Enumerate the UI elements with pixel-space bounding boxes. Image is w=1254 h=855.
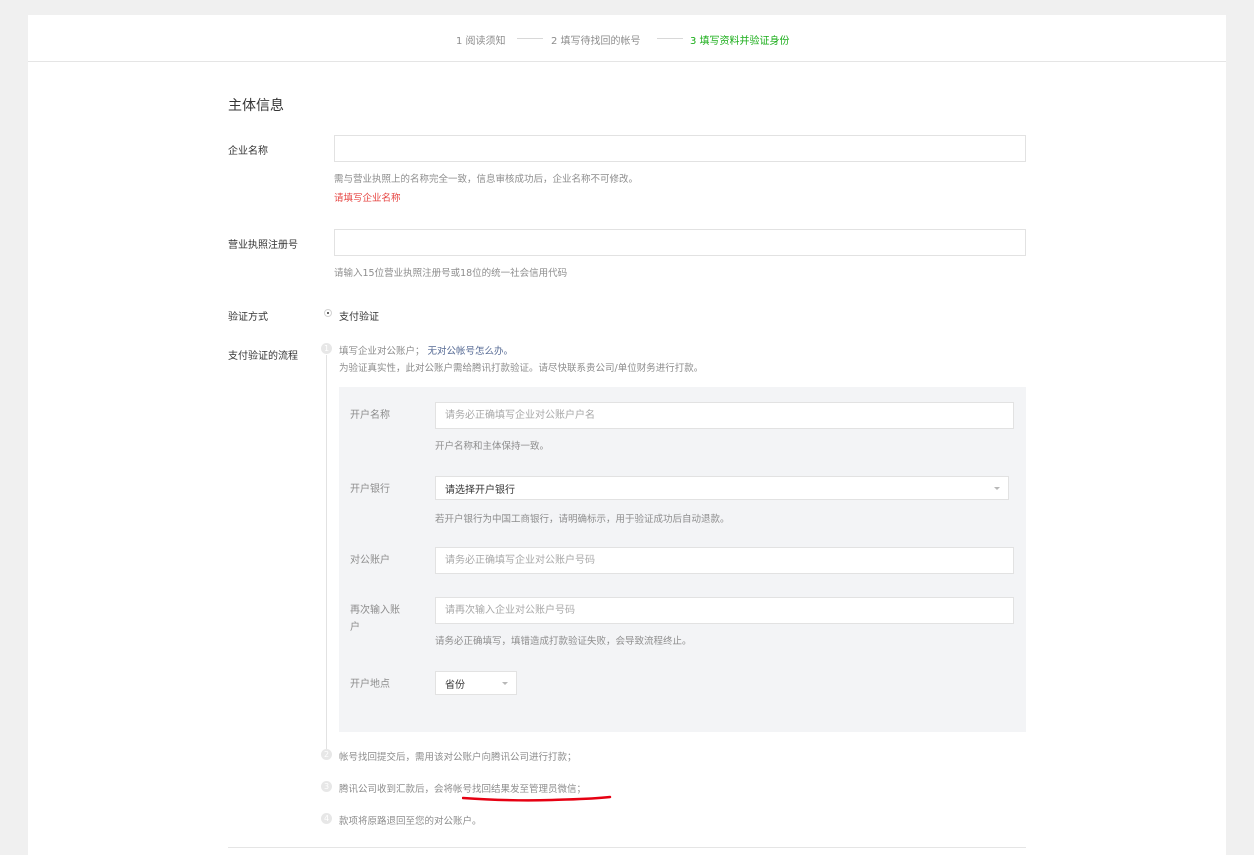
province-select-value: 省份 bbox=[445, 679, 465, 691]
account-no-repeat-input[interactable] bbox=[435, 597, 1014, 624]
bank-select-value: 请选择开户银行 bbox=[445, 484, 515, 496]
bank-label: 开户银行 bbox=[350, 484, 390, 495]
account-no-label: 对公账户 bbox=[350, 555, 390, 566]
company-name-hint: 需与营业执照上的名称完全一致，信息审核成功后，企业名称不可修改。 bbox=[334, 174, 639, 185]
main-card: 1 阅读须知 2 填写待找回的帐号 3 填写资料并验证身份 主体信息 企业名称 … bbox=[28, 15, 1226, 855]
flow-step-1-number: 1 bbox=[321, 343, 332, 354]
chevron-down-icon bbox=[502, 682, 508, 685]
timeline-line bbox=[326, 355, 327, 755]
account-no-repeat-hint: 请务必正确填写，填错造成打款验证失败，会导致流程终止。 bbox=[435, 636, 692, 647]
flow-step-3-text: 腾讯公司收到汇款后，会将帐号找回结果发至管理员微信； bbox=[339, 784, 587, 795]
flow-step-1-prefix: 填写企业对公账户； bbox=[339, 346, 425, 357]
flow-step-3-number: 3 bbox=[321, 781, 332, 792]
account-name-input[interactable] bbox=[435, 402, 1014, 429]
company-name-error: 请填写企业名称 bbox=[334, 193, 401, 204]
step-read-notice: 1 阅读须知 bbox=[456, 36, 506, 47]
company-name-input[interactable] bbox=[334, 135, 1026, 162]
company-name-label: 企业名称 bbox=[228, 146, 268, 157]
red-annotation-underline bbox=[462, 795, 612, 802]
license-hint: 请输入15位营业执照注册号或18位的统一社会信用代码 bbox=[334, 268, 568, 279]
flow-step-4-text: 款项将原路退回至您的对公账户。 bbox=[339, 816, 482, 827]
license-label: 营业执照注册号 bbox=[228, 240, 298, 251]
license-input[interactable] bbox=[334, 229, 1026, 256]
pay-verify-option-label[interactable]: 支付验证 bbox=[339, 308, 379, 323]
account-no-input[interactable] bbox=[435, 547, 1014, 574]
step-verify-identity: 3 填写资料并验证身份 bbox=[690, 36, 790, 47]
account-name-label: 开户名称 bbox=[350, 410, 390, 421]
verify-flow-label: 支付验证的流程 bbox=[228, 351, 298, 362]
location-label: 开户地点 bbox=[350, 679, 390, 690]
bottom-divider bbox=[228, 847, 1026, 848]
flow-step-1-text: 填写企业对公账户； 无对公帐号怎么办。 bbox=[339, 343, 513, 357]
pay-verify-radio[interactable] bbox=[324, 309, 332, 317]
bank-select[interactable]: 请选择开户银行 bbox=[435, 476, 1009, 500]
province-select[interactable]: 省份 bbox=[435, 671, 517, 695]
step-separator bbox=[657, 38, 683, 39]
verify-method-label: 验证方式 bbox=[228, 312, 268, 323]
account-no-repeat-label: 再次输入账户 bbox=[350, 605, 400, 633]
section-title: 主体信息 bbox=[228, 98, 284, 114]
chevron-down-icon bbox=[994, 487, 1000, 490]
flow-step-4-number: 4 bbox=[321, 813, 332, 824]
no-account-link[interactable]: 无对公帐号怎么办。 bbox=[428, 346, 514, 357]
step-fill-account: 2 填写待找回的帐号 bbox=[551, 36, 641, 47]
progress-steps: 1 阅读须知 2 填写待找回的帐号 3 填写资料并验证身份 bbox=[28, 15, 1226, 62]
bank-account-panel: 开户名称 开户名称和主体保持一致。 开户银行 请选择开户银行 若开户银行为中国工… bbox=[339, 387, 1026, 732]
step-separator bbox=[517, 38, 543, 39]
flow-step-2-number: 2 bbox=[321, 749, 332, 760]
flow-step-2-text: 帐号找回提交后，需用该对公账户向腾讯公司进行打款； bbox=[339, 752, 577, 763]
bank-hint: 若开户银行为中国工商银行，请明确标示，用于验证成功后自动退款。 bbox=[435, 514, 730, 525]
flow-step-1-desc: 为验证真实性，此对公账户需给腾讯打款验证。请尽快联系贵公司/单位财务进行打款。 bbox=[339, 363, 704, 374]
account-name-hint: 开户名称和主体保持一致。 bbox=[435, 441, 550, 452]
